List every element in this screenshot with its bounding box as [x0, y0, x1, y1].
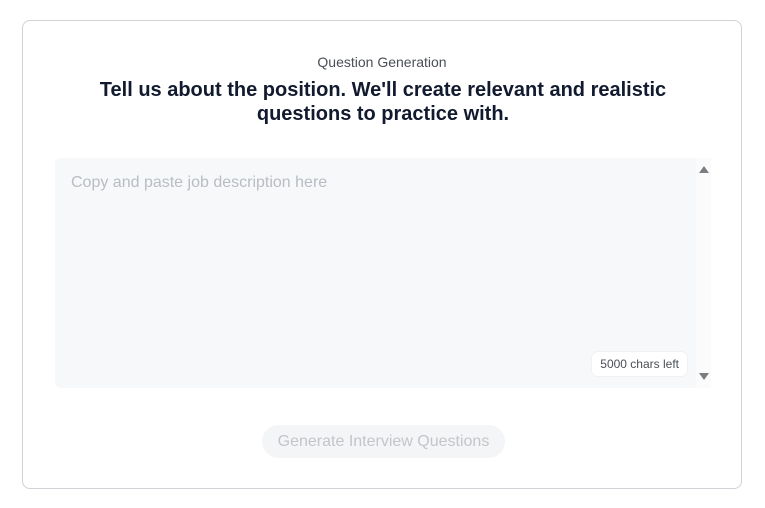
job-description-field: 5000 chars left: [55, 158, 711, 388]
page-title: Tell us about the position. We'll create…: [99, 79, 667, 125]
chars-left-counter: 5000 chars left: [592, 352, 687, 376]
section-label: Question Generation: [317, 54, 447, 70]
generate-questions-button[interactable]: Generate Interview Questions: [262, 425, 505, 458]
scroll-up-arrow-icon[interactable]: [699, 166, 709, 173]
scroll-down-arrow-icon[interactable]: [699, 373, 709, 380]
question-generation-card: Question Generation Tell us about the po…: [22, 20, 742, 489]
textarea-scrollbar[interactable]: [696, 158, 711, 388]
